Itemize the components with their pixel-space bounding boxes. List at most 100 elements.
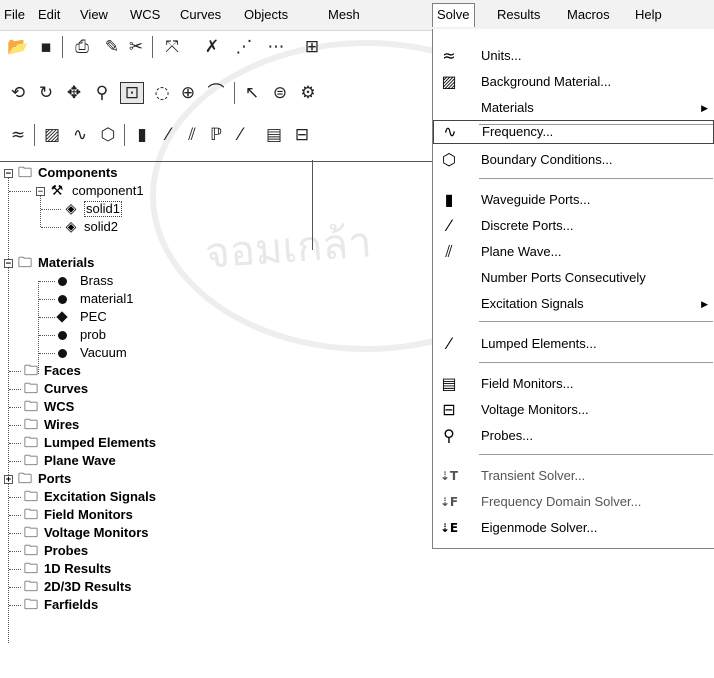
properties-icon[interactable]: ✎ <box>100 36 124 58</box>
zoom-box-icon[interactable]: ⊡ <box>120 82 144 104</box>
tree-item-1d-results[interactable]: 🗀 1D Results <box>0 560 312 578</box>
cursor-icon[interactable]: ↖ <box>240 82 264 104</box>
tree-item-voltage-monitors[interactable]: 🗀 Voltage Monitors <box>0 524 312 542</box>
menu-item-probes[interactable]: ⚲ Probes... <box>433 423 714 449</box>
tree-item-excitation-signals[interactable]: 🗀 Excitation Signals <box>0 488 312 506</box>
menu-item-materials[interactable]: Materials ▶ <box>433 95 714 121</box>
menu-mesh[interactable]: Mesh <box>328 7 360 23</box>
save-icon[interactable]: ▪ <box>34 36 58 58</box>
menu-item-excitation-signals[interactable]: Excitation Signals ▶ <box>433 291 714 317</box>
frequency-icon[interactable]: ∿ <box>68 124 92 146</box>
tree-item-faces[interactable]: 🗀 Faces <box>0 362 312 380</box>
tree-item-ports[interactable]: + 🗀 Ports <box>0 470 312 488</box>
menu-item-waveguide-ports[interactable]: ▮ Waveguide Ports... <box>433 187 714 213</box>
zoom-icon[interactable]: ⊕ <box>176 82 200 104</box>
tree-item-solid1[interactable]: ◈ solid1 <box>0 200 312 218</box>
lumped-icon[interactable]: ⁄ <box>228 124 252 146</box>
menu-solve[interactable]: Solve <box>432 3 475 27</box>
tree-item-field-monitors[interactable]: 🗀 Field Monitors <box>0 506 312 524</box>
menu-item-discrete-ports[interactable]: ⁄ Discrete Ports... <box>433 213 714 239</box>
menu-item-frequency-domain-solver[interactable]: ⇣F Frequency Domain Solver... <box>433 489 714 515</box>
move-icon[interactable]: ⚲ <box>90 82 114 104</box>
tree-item-lumped-elements[interactable]: 🗀 Lumped Elements <box>0 434 312 452</box>
tree-item-materials[interactable]: − 🗀 Materials <box>0 254 312 272</box>
waveguide-port-icon[interactable]: ▮ <box>130 124 154 146</box>
units-icon[interactable]: ≈ <box>6 124 30 146</box>
menu-curves[interactable]: Curves <box>180 7 221 23</box>
tree-connector <box>39 281 55 283</box>
menu-objects[interactable]: Objects <box>244 7 288 23</box>
collapse-icon[interactable]: − <box>4 169 13 179</box>
fit-icon[interactable]: ⌒ <box>204 82 228 104</box>
pick-face-icon[interactable]: ⋯ <box>264 36 288 58</box>
tree-item-vacuum[interactable]: Vacuum <box>0 344 312 362</box>
field-monitor-icon[interactable]: ▤ <box>262 124 286 146</box>
menu-item-transient-solver[interactable]: ⇣T Transient Solver... <box>433 463 714 489</box>
tree-item-plane-wave[interactable]: 🗀 Plane Wave <box>0 452 312 470</box>
tree-item-component1[interactable]: − ⚒ component1 <box>0 182 312 200</box>
menu-item-field-monitors[interactable]: ▤ Field Monitors... <box>433 371 714 397</box>
folder-icon: 🗀 <box>24 399 38 415</box>
transient-solver-icon: ⇣T <box>439 469 459 483</box>
background-icon[interactable]: ▨ <box>40 124 64 146</box>
transform-icon[interactable]: ⤧ <box>160 36 184 58</box>
menu-edit[interactable]: Edit <box>38 7 60 23</box>
menu-item-eigenmode-solver[interactable]: ⇣E Eigenmode Solver... <box>433 515 714 541</box>
macro-icon[interactable]: ⊞ <box>300 36 324 58</box>
pick-icon[interactable]: ✗ <box>200 36 224 58</box>
menu-item-frequency[interactable]: ∿ Frequency... <box>433 120 714 144</box>
voltage-monitor-icon[interactable]: ⊟ <box>290 124 314 146</box>
menu-results[interactable]: Results <box>497 7 540 23</box>
menu-file[interactable]: File <box>4 7 25 23</box>
tree-item-pec[interactable]: PEC <box>0 308 312 326</box>
tree-label: solid2 <box>84 219 118 234</box>
tree-connector <box>9 371 21 373</box>
tree-item-2d3d-results[interactable]: 🗀 2D/3D Results <box>0 578 312 596</box>
cut-icon[interactable]: ✂ <box>124 36 148 58</box>
plane-wave-icon[interactable]: ⫽ <box>180 124 204 146</box>
lasso-icon[interactable]: ◌ <box>150 82 174 104</box>
boundary-icon[interactable]: ⬡ <box>96 124 120 146</box>
frequency-domain-solver-icon: ⇣F <box>439 495 459 509</box>
pick-edge-icon[interactable]: ⋰ <box>232 36 256 58</box>
tree-item-prob[interactable]: prob <box>0 326 312 344</box>
menu-item-voltage-monitors[interactable]: ⊟ Voltage Monitors... <box>433 397 714 423</box>
menu-help[interactable]: Help <box>635 7 662 23</box>
plane-wave-icon: ⫽ <box>445 242 453 261</box>
rotate-icon[interactable]: ⟲ <box>6 82 30 104</box>
tree-item-solid2[interactable]: ◈ solid2 <box>0 218 312 236</box>
tree-item-material1[interactable]: material1 <box>0 290 312 308</box>
print-icon[interactable]: ⎙ <box>70 36 94 58</box>
menu-macros[interactable]: Macros <box>567 7 610 23</box>
menu-view[interactable]: View <box>80 7 108 23</box>
tree-connector <box>9 551 21 553</box>
tree-item-probes[interactable]: 🗀 Probes <box>0 542 312 560</box>
menu-item-label: Plane Wave... <box>481 244 562 259</box>
discrete-port-icon[interactable]: ⁄ <box>156 124 180 146</box>
tree-item-farfields[interactable]: 🗀 Farfields <box>0 596 312 614</box>
excitation-icon[interactable]: ℙ <box>204 124 228 146</box>
collapse-icon[interactable]: − <box>36 187 45 197</box>
expand-icon[interactable]: + <box>4 475 13 485</box>
menu-item-number-ports-consecutively[interactable]: Number Ports Consecutively <box>433 265 714 291</box>
wire-icon[interactable]: ⊜ <box>268 82 292 104</box>
menu-item-boundary-conditions[interactable]: ⬡ Boundary Conditions... <box>433 147 714 173</box>
menu-item-background-material[interactable]: ▨ Background Material... <box>433 69 714 95</box>
tree-item-curves[interactable]: 🗀 Curves <box>0 380 312 398</box>
pan-icon[interactable]: ✥ <box>62 82 86 104</box>
menu-item-lumped-elements[interactable]: ⁄ Lumped Elements... <box>433 331 714 357</box>
tree-item-components[interactable]: − 🗀 Components <box>0 164 312 182</box>
tree-item-brass[interactable]: Brass <box>0 272 312 290</box>
tree-item-wcs[interactable]: 🗀 WCS <box>0 398 312 416</box>
menu-wcs[interactable]: WCS <box>130 7 160 23</box>
menu-item-units[interactable]: ≈ Units... <box>433 43 714 69</box>
open-icon[interactable]: 📂 <box>6 36 30 58</box>
rotate-view-icon[interactable]: ↻ <box>34 82 58 104</box>
tree-item-wires[interactable]: 🗀 Wires <box>0 416 312 434</box>
folder-icon: 🗀 <box>24 525 38 541</box>
tree-connector <box>9 605 21 607</box>
toolbar-view: ⟲ ↻ ✥ ⚲ ⊡ ◌ ⊕ ⌒ ↖ ⊜ ⚙ <box>0 76 432 110</box>
menu-item-plane-wave[interactable]: ⫽ Plane Wave... <box>433 239 714 265</box>
mesh-icon[interactable]: ⚙ <box>296 82 320 104</box>
collapse-icon[interactable]: − <box>4 259 13 269</box>
